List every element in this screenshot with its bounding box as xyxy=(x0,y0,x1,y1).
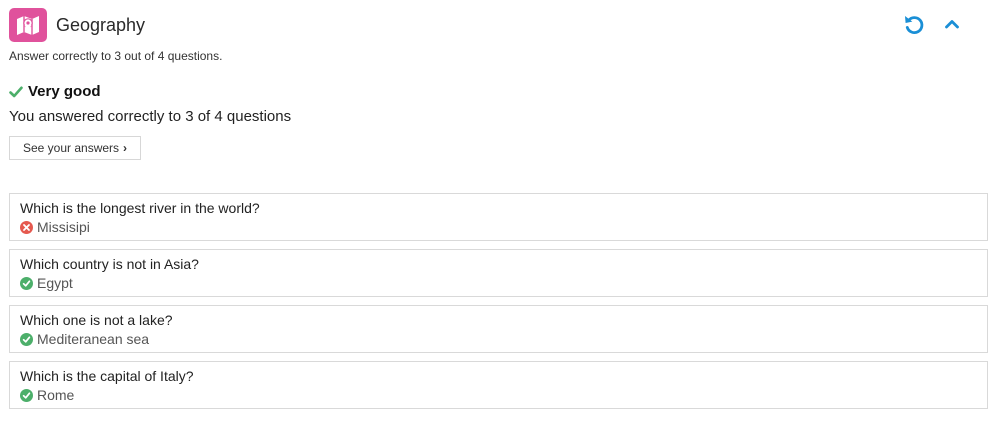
wrong-icon xyxy=(20,221,33,234)
map-icon xyxy=(9,8,47,42)
answer-text: Egypt xyxy=(37,275,73,291)
check-icon xyxy=(9,86,23,97)
question-answer: Missisipi xyxy=(20,219,977,236)
question-text: Which is the longest river in the world? xyxy=(20,200,260,216)
collapse-icon[interactable] xyxy=(938,10,966,38)
correct-icon xyxy=(20,333,33,346)
page-title: Geography xyxy=(56,14,146,35)
question-text: Which is the capital of Italy? xyxy=(20,368,194,384)
question-list: Which is the longest river in the world?… xyxy=(9,193,988,417)
question-item: Which one is not a lake? Mediteranean sea xyxy=(9,305,988,353)
answer-text: Mediteranean sea xyxy=(37,331,150,347)
see-answers-label: See your answers xyxy=(23,141,120,155)
result-heading: Very good xyxy=(9,83,101,100)
see-answers-button[interactable]: See your answers › xyxy=(9,136,142,160)
question-answer: Mediteranean sea xyxy=(20,331,977,348)
result-heading-label: Very good xyxy=(28,83,101,100)
question-item: Which is the capital of Italy? Rome xyxy=(9,361,988,409)
correct-icon xyxy=(20,389,33,402)
header: Geography xyxy=(9,8,145,42)
quiz-result-page: Geography Answer correctly to 3 out of 4… xyxy=(0,0,1000,437)
retry-icon[interactable] xyxy=(900,10,928,38)
result-summary: You answered correctly to 3 of 4 questio… xyxy=(9,108,292,125)
header-actions xyxy=(900,10,966,38)
answer-text: Missisipi xyxy=(37,219,90,235)
question-answer: Rome xyxy=(20,387,977,404)
chevron-right-icon: › xyxy=(123,141,128,155)
question-answer: Egypt xyxy=(20,275,977,292)
correct-icon xyxy=(20,277,33,290)
question-item: Which is the longest river in the world?… xyxy=(9,193,988,241)
question-text: Which country is not in Asia? xyxy=(20,256,199,272)
quiz-instructions: Answer correctly to 3 out of 4 questions… xyxy=(9,49,223,63)
question-item: Which country is not in Asia? Egypt xyxy=(9,249,988,297)
answer-text: Rome xyxy=(37,387,75,403)
question-text: Which one is not a lake? xyxy=(20,312,173,328)
